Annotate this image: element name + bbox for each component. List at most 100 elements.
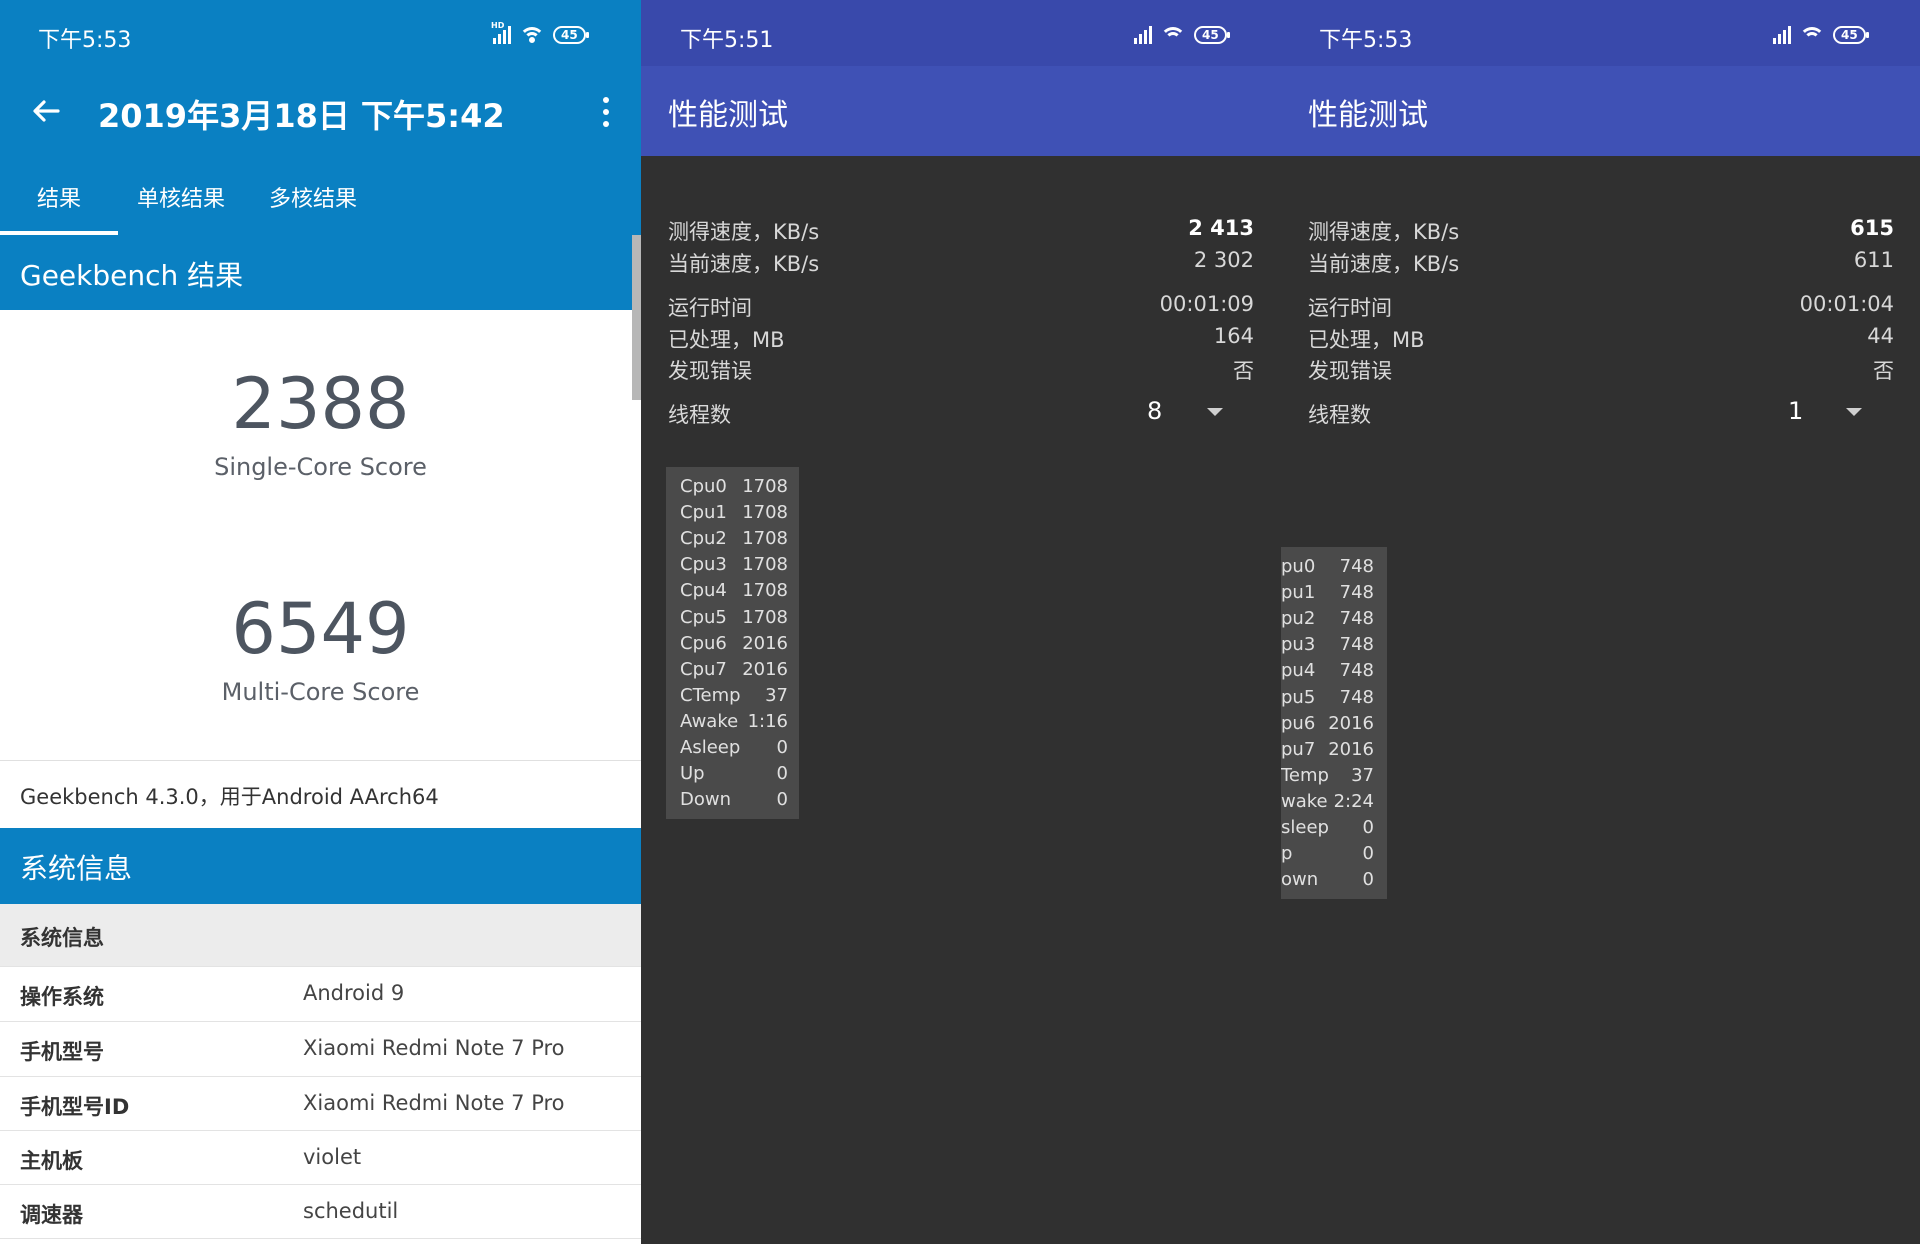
cpu-stat-key: Asleep [680,737,741,758]
cpu-stat-key: pu2 [1281,608,1316,630]
run-time-row: 运行时间 00:01:09 [668,292,1254,320]
wifi-icon [1799,25,1825,45]
cpu-stat-row: pu6 2016 [1281,713,1374,739]
cpu-stat-key: Cpu3 [680,554,727,576]
run-time-row: 运行时间 00:01:04 [1308,292,1894,320]
page-title: 2019年3月18日 下午5:42 [98,97,505,135]
cpu-stat-value: 748 [1339,556,1374,577]
cpu-stat-value: 1708 [742,476,788,497]
app-bar: 2019年3月18日 下午5:42 [0,69,641,157]
cpu-stat-key: pu1 [1281,582,1316,604]
cpu-stat-key: sleep [1281,817,1329,838]
status-bar: 下午5:53 HD 45 [0,0,641,69]
version-text: Geekbench 4.3.0，用于Android AArch64 [0,760,641,828]
cpu-stat-key: pu4 [1281,660,1316,682]
measured-speed-row: 测得速度，KB/s 2 413 [668,216,1254,244]
cpu-stat-key: p [1281,843,1293,865]
sysinfo-row: 主机板 violet [0,1130,641,1185]
cpu-stat-row: pu7 2016 [1281,739,1374,765]
threads-row: 线程数 [668,403,731,427]
status-time: 下午5:53 [1319,28,1413,53]
cpu-stat-row: own 0 [1281,869,1374,895]
back-arrow-icon[interactable] [28,93,64,129]
cpu-stat-key: Cpu0 [680,476,727,497]
cpu-stat-value: 2016 [1328,738,1374,760]
scores-panel: 2388 Single-Core Score 6549 Multi-Core S… [0,310,641,760]
results-section-header: Geekbench 结果 [0,235,641,310]
cpu-stat-value: 748 [1339,634,1374,656]
single-core-score: 2388 [231,363,410,445]
signal-icon [1134,26,1152,44]
cpu-stat-key: Down [680,789,732,811]
threads-select[interactable]: 1 [1788,397,1803,425]
current-speed-row: 当前速度，KB/s 611 [1308,248,1894,276]
cpu-stat-value: 0 [776,737,788,758]
tab-results[interactable]: 结果 [37,181,81,213]
cpu-stat-row: Cpu4 1708 [680,580,788,606]
cpu-stat-row: Cpu5 1708 [680,607,788,633]
cpu-stat-row: Cpu7 2016 [680,659,788,685]
cpu-stat-key: pu6 [1281,712,1316,734]
cpu-stat-value: 1708 [742,554,788,576]
tab-multi-core[interactable]: 多核结果 [269,181,357,213]
errors-row: 发现错误 否 [1308,359,1894,383]
cpu-stat-value: 748 [1339,660,1374,682]
cpu-stat-row: pu2 748 [1281,608,1374,634]
cpu-stat-value: 2016 [1328,712,1374,734]
cpu-stat-value: 37 [765,684,788,706]
status-time: 下午5:53 [38,28,132,53]
threads-select[interactable]: 8 [1147,397,1162,425]
cpu-stat-value: 0 [1362,817,1374,838]
cpu-stat-value: 1708 [742,606,788,628]
cpu-stat-key: Cpu1 [680,502,727,524]
cpu-stat-key: Cpu5 [680,606,727,628]
cpu-stat-key: Cpu6 [680,632,727,654]
cpu-stat-value: 2016 [742,658,788,680]
cpu-stat-key: own [1281,869,1319,891]
battery-icon: 45 [1833,26,1869,44]
scrollbar[interactable] [632,235,641,400]
tab-single-core[interactable]: 单核结果 [137,181,225,213]
cpu-stat-value: 1708 [742,502,788,524]
sysinfo-row: 调速器 schedutil [0,1184,641,1239]
sysinfo-row: 手机型号 Xiaomi Redmi Note 7 Pro [0,1021,641,1076]
cpu-stat-key: Cpu7 [680,658,727,680]
measured-speed-row: 测得速度，KB/s 615 [1308,216,1894,244]
stress-test-screen-8-threads: 下午5:51 45 性能测试 测得速度，KB/s 2 413 当前速度，KB/s… [641,0,1281,1244]
cpu-stat-value: 37 [1351,764,1374,786]
cpu-stat-value: 748 [1339,582,1374,604]
cpu-stat-row: Temp 37 [1281,765,1374,791]
sysinfo-row: 手机型号ID Xiaomi Redmi Note 7 Pro [0,1076,641,1131]
signal-icon: HD [491,21,511,44]
cpu-stat-value: 748 [1339,608,1374,630]
cpu-stat-key: CTemp [680,684,741,706]
single-core-label: Single-Core Score [214,453,427,481]
cpu-stat-value: 748 [1339,686,1374,708]
geekbench-screen: 下午5:53 HD 45 2019年3月18日 下午5:42 结果 单核结果 多… [0,0,641,1244]
more-vert-icon[interactable] [603,97,611,127]
threads-row: 线程数 [1308,403,1371,427]
cpu-stat-row: pu1 748 [1281,582,1374,608]
page-title: 性能测试 [1308,98,1428,133]
cpu-stat-key: wake [1281,790,1328,812]
stress-test-screen-1-thread: 下午5:53 45 性能测试 测得速度，KB/s 615 当前速度，KB/s 6… [1281,0,1920,1244]
wifi-icon [1160,25,1186,45]
cpu-stat-row: pu3 748 [1281,634,1374,660]
errors-row: 发现错误 否 [668,359,1254,383]
cpu-stat-key: Temp [1281,764,1329,786]
cpu-stat-row: Cpu1 1708 [680,502,788,528]
status-bar: 下午5:51 45 [641,0,1281,66]
dropdown-arrow-icon[interactable] [1846,408,1862,416]
cpu-stat-value: 1:16 [747,710,788,732]
dropdown-arrow-icon[interactable] [1207,408,1223,416]
cpu-stat-value: 2:24 [1333,790,1374,812]
status-bar: 下午5:53 45 [1281,0,1920,66]
cpu-stat-key: Cpu4 [680,580,727,602]
cpu-stat-row: Down 0 [680,789,788,815]
cpu-stat-key: Awake [680,710,739,732]
cpu-stat-key: Up [680,763,705,785]
app-bar: 性能测试 [641,66,1281,156]
cpu-stat-value: 0 [776,763,788,785]
processed-row: 已处理，MB 44 [1308,324,1894,352]
multi-core-score: 6549 [231,588,410,670]
